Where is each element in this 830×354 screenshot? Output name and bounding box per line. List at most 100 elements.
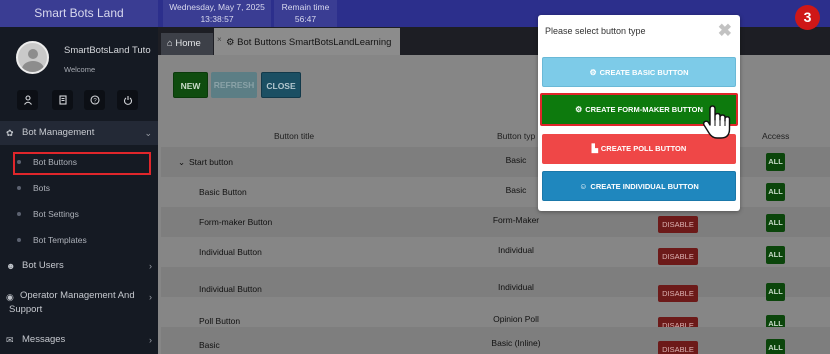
disable-button[interactable]: DISABLE (658, 341, 698, 354)
row-title: Individual Button (199, 284, 262, 294)
bullet-icon (17, 212, 21, 216)
menu-label: Messages (22, 334, 66, 345)
menu-label: Bot Management (22, 127, 95, 138)
avatar[interactable] (16, 41, 49, 74)
row-title: Poll Button (199, 316, 241, 326)
chevron-down-icon: ⌄ (144, 128, 152, 138)
home-icon: ⌂ (167, 38, 173, 49)
row-title: Form-maker Button (199, 217, 273, 227)
table-row[interactable]: Poll Button Opinion Poll DISABLE ALL (161, 297, 830, 334)
document-icon (58, 95, 67, 105)
envelope-icon: ✉ (6, 335, 14, 345)
create-individual-button[interactable]: ☺ CREATE INDIVIDUAL BUTTON (542, 171, 736, 201)
submenu-bot-templates[interactable]: Bot Templates (0, 229, 158, 251)
avatar-head (28, 49, 38, 59)
power-icon (123, 96, 132, 105)
header-type: Button typ (497, 131, 536, 141)
gear-icon: ⚙ (589, 68, 597, 77)
help-icon: ? (89, 95, 100, 105)
access-badge[interactable]: ALL (766, 246, 785, 264)
modal-title: Please select button type (545, 26, 646, 36)
disable-button[interactable]: DISABLE (658, 248, 698, 265)
remain-time-label: Remain time (281, 2, 330, 12)
row-title: Start button (189, 157, 233, 167)
new-button[interactable]: NEW (173, 72, 208, 98)
header-title: Button title (274, 131, 315, 141)
menu-bot-management[interactable]: ✿ Bot Management ⌄ (0, 121, 158, 145)
row-type: Basic (Inline) (491, 338, 541, 348)
header-access: Access (762, 131, 790, 141)
create-individual-label: CREATE INDIVIDUAL BUTTON (590, 182, 699, 191)
submenu-bot-settings[interactable]: Bot Settings (0, 203, 158, 225)
user-icon (23, 95, 32, 105)
tab-home[interactable]: ⌂ Home (161, 33, 213, 55)
remain-time-box: Remain time 56:47 (274, 0, 337, 27)
create-poll-label: CREATE POLL BUTTON (600, 144, 687, 153)
create-basic-button[interactable]: ⚙ CREATE BASIC BUTTON (542, 57, 736, 87)
users-icon: ☻ (6, 261, 16, 271)
access-badge[interactable]: ALL (766, 183, 785, 201)
submenu-bots[interactable]: Bots (0, 177, 158, 199)
user-name: SmartBotsLand Tuto (64, 45, 151, 56)
submenu-label: Bot Templates (33, 235, 87, 245)
tab-bot-buttons[interactable]: × ⚙ Bot Buttons SmartBotsLandLearning (214, 28, 400, 55)
menu-label-line2: Support (9, 304, 43, 315)
close-button[interactable]: CLOSE (261, 72, 301, 98)
table-row[interactable]: Basic Basic (Inline) DISABLE ALL (161, 327, 830, 354)
submenu-label: Bots (33, 183, 51, 193)
close-icon[interactable]: ✖ (718, 21, 732, 41)
menu-messages[interactable]: ✉ Messages › (0, 328, 158, 352)
menu-operator-management[interactable]: ◉ Operator Management And Support › (0, 285, 158, 321)
table-row[interactable]: Individual Button Individual DISABLE ALL (161, 267, 830, 302)
create-form-label: CREATE FORM-MAKER BUTTON (585, 105, 703, 114)
gear-icon: ✿ (6, 128, 14, 138)
avatar-body (22, 61, 44, 72)
chevron-right-icon: › (149, 335, 152, 345)
chevron-right-icon: › (149, 292, 152, 302)
table-row[interactable]: Form-maker Button Form-Maker DISABLE ALL (161, 207, 830, 237)
row-title: Basic (199, 340, 220, 350)
sidebar: SmartBotsLand Tuto Welcome ? ✿ Bot Manag… (0, 27, 158, 354)
bullet-icon (17, 186, 21, 190)
access-badge[interactable]: ALL (766, 153, 785, 171)
create-basic-label: CREATE BASIC BUTTON (599, 68, 689, 77)
help-button[interactable]: ? (84, 90, 105, 110)
table-row[interactable]: Individual Button Individual DISABLE ALL (161, 237, 830, 267)
gear-icon: ⚙ (226, 37, 235, 48)
user-icon: ☺ (579, 182, 588, 191)
remain-time-value: 56:47 (294, 14, 317, 24)
gear-icon: ⚙ (575, 105, 583, 114)
menu-label: Bot Users (22, 260, 64, 271)
documents-button[interactable] (52, 90, 73, 110)
highlight-bot-buttons (13, 152, 151, 175)
row-title: Basic Button (199, 187, 247, 197)
row-type: Opinion Poll (493, 314, 539, 324)
menu-label-line1: Operator Management And (20, 290, 135, 301)
date-text: Wednesday, May 7, 2025 (169, 2, 265, 12)
tab-bot-label: Bot Buttons SmartBotsLandLearning (237, 37, 392, 48)
headset-icon: ◉ (6, 292, 14, 302)
row-type: Individual (498, 245, 534, 255)
tab-home-label: Home (175, 38, 201, 49)
access-badge[interactable]: ALL (766, 214, 785, 232)
chevron-right-icon: › (149, 261, 152, 271)
logout-button[interactable] (117, 90, 138, 110)
access-badge[interactable]: ALL (766, 339, 785, 354)
menu-bot-users[interactable]: ☻ Bot Users › (0, 254, 158, 278)
row-title: Individual Button (199, 247, 262, 257)
welcome-text: Welcome (64, 65, 96, 74)
profile-button[interactable] (17, 90, 38, 110)
row-type: Form-Maker (492, 215, 540, 225)
expand-icon[interactable]: ⌄ (178, 157, 185, 168)
bullet-icon (17, 238, 21, 242)
submenu-label: Bot Settings (33, 209, 79, 219)
hand-pointer-icon (702, 105, 731, 139)
refresh-button[interactable]: REFRESH (211, 72, 257, 98)
step-number-badge: 3 (795, 5, 820, 30)
disable-button[interactable]: DISABLE (658, 216, 698, 233)
time-text: 13:38:57 (200, 14, 234, 24)
brand-title: Smart Bots Land (0, 0, 158, 27)
row-type: Individual (498, 282, 534, 292)
date-time-box: Wednesday, May 7, 2025 13:38:57 (163, 0, 271, 27)
close-tab-icon[interactable]: × (217, 25, 222, 54)
